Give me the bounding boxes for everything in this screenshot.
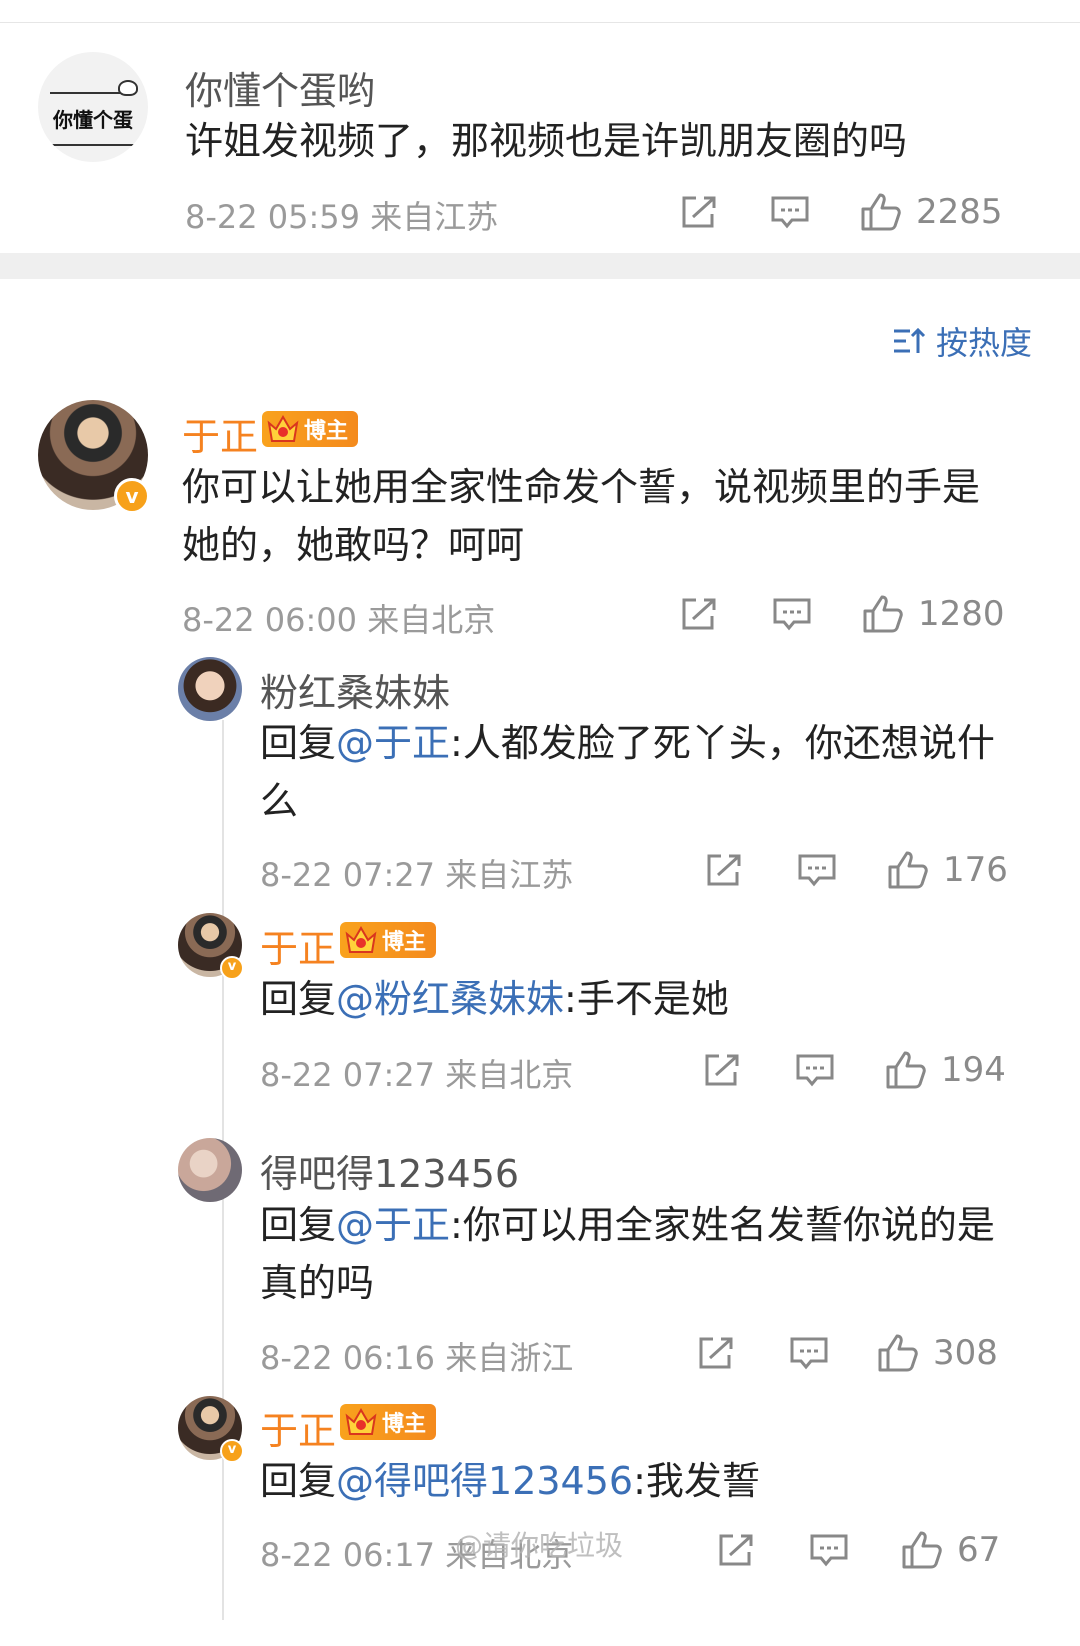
comment-icon <box>798 854 836 887</box>
comment-actions: 67 <box>717 1528 1017 1572</box>
reply-button[interactable] <box>770 190 810 234</box>
share-icon <box>682 196 716 228</box>
avatar[interactable] <box>178 1138 242 1202</box>
blogger-badge-label: 博主 <box>382 930 427 955</box>
mention-link[interactable]: @粉红桑妹妹 <box>336 977 564 1021</box>
reply-text: 回复@粉红桑妹妹:手不是她 <box>260 970 1000 1028</box>
comment-actions: 2285 <box>680 190 1003 234</box>
commenter-name[interactable]: 于正 <box>182 406 258 461</box>
comment-icon <box>773 598 811 631</box>
weibo-watermark: @请你吃垃圾 <box>455 1529 624 1562</box>
reply-button[interactable] <box>772 592 812 636</box>
mention-link[interactable]: @得吧得123456 <box>336 1459 633 1503</box>
reply-prefix: 回复 <box>260 977 337 1021</box>
avatar[interactable] <box>178 657 242 721</box>
reply-text: 回复@于正:人都发脸了死丫头，你还想说什么 <box>260 714 1000 830</box>
like-button[interactable]: 194 <box>885 1048 1006 1092</box>
reply-prefix: 回复 <box>260 1459 337 1503</box>
share-button[interactable] <box>703 1048 741 1092</box>
crown-icon <box>345 1408 377 1435</box>
comment-icon <box>796 1054 834 1087</box>
reply-text: 回复@于正:你可以用全家姓名发誓你说的是真的吗 <box>260 1196 1000 1312</box>
comment-icon <box>771 196 809 229</box>
like-button[interactable]: 67 <box>901 1528 1000 1572</box>
blogger-badge-label: 博主 <box>304 419 349 444</box>
share-button[interactable] <box>680 190 718 234</box>
mention-link[interactable]: @于正 <box>336 721 450 765</box>
like-button[interactable]: 1280 <box>862 592 1005 636</box>
reply-button[interactable] <box>797 848 837 892</box>
avatar[interactable]: 你懂个蛋 <box>38 52 148 162</box>
sort-label: 按热度 <box>935 324 1032 362</box>
reply-prefix: 回复 <box>260 1203 337 1247</box>
crown-icon <box>267 415 299 442</box>
crown-icon <box>345 926 377 953</box>
comment-actions: 308 <box>697 1331 998 1375</box>
comment-actions: 176 <box>705 848 1008 892</box>
comment-meta: 8-22 06:16 来自浙江 <box>260 1339 574 1377</box>
commenter-name[interactable]: 你懂个蛋哟 <box>185 60 375 115</box>
blogger-badge: 博主 <box>340 922 437 958</box>
comment-meta: 8-22 06:00 来自北京 <box>182 601 496 639</box>
blogger-badge: 博主 <box>340 1404 437 1440</box>
comment-actions: 194 <box>703 1048 1006 1092</box>
share-button[interactable] <box>680 592 718 636</box>
thumbs-up-icon <box>888 851 928 889</box>
share-icon <box>705 1054 739 1086</box>
comment-meta: 8-22 05:59 来自江苏 <box>185 198 499 236</box>
blogger-badge-label: 博主 <box>382 1412 427 1437</box>
like-count: 176 <box>943 850 1008 890</box>
reply-prefix: 回复 <box>260 721 337 765</box>
like-count: 1280 <box>918 594 1005 634</box>
verified-badge: v <box>220 1439 244 1463</box>
blogger-badge: 博主 <box>262 411 359 447</box>
like-count: 67 <box>957 1530 1001 1570</box>
avatar-text: 你懂个蛋 <box>53 108 133 132</box>
thumbs-up-icon <box>886 1051 926 1089</box>
like-count: 194 <box>941 1050 1006 1090</box>
thumbs-up-icon <box>902 1531 942 1569</box>
comment-icon <box>810 1534 848 1567</box>
thumbs-up-icon <box>861 193 901 231</box>
like-button[interactable]: 176 <box>887 848 1008 892</box>
reply-button[interactable] <box>809 1528 849 1572</box>
share-button[interactable] <box>697 1331 735 1375</box>
share-button[interactable] <box>717 1528 755 1572</box>
thumbs-up-icon <box>863 595 903 633</box>
reply-content: :我发誓 <box>633 1459 760 1503</box>
comment-meta: 8-22 07:27 来自江苏 <box>260 856 574 894</box>
verified-badge: v <box>114 478 150 514</box>
commenter-name[interactable]: 得吧得123456 <box>260 1143 519 1198</box>
comment-text: 许姐发视频了，那视频也是许凯朋友圈的吗 <box>185 119 908 163</box>
comment-text: 你可以让她用全家性命发个誓，说视频里的手是她的，她敢吗？呵呵 <box>182 465 981 567</box>
comment-meta: 8-22 07:27 来自北京 <box>260 1056 574 1094</box>
share-button[interactable] <box>705 848 743 892</box>
comment-actions: 1280 <box>680 592 1005 636</box>
like-count: 2285 <box>916 192 1003 232</box>
commenter-name[interactable]: 粉红桑妹妹 <box>260 662 450 717</box>
mention-link[interactable]: @于正 <box>336 1203 450 1247</box>
share-icon <box>707 854 741 886</box>
sort-icon <box>893 327 926 353</box>
like-count: 308 <box>933 1333 998 1373</box>
avatar-line-bottom <box>50 144 136 146</box>
share-icon <box>682 598 716 630</box>
share-icon <box>719 1534 753 1566</box>
commenter-name[interactable]: 于正 <box>260 918 336 973</box>
top-divider <box>0 22 1080 23</box>
verified-badge: v <box>220 956 244 980</box>
section-separator <box>0 253 1080 279</box>
like-button[interactable]: 2285 <box>860 190 1003 234</box>
thumbs-up-icon <box>878 1334 918 1372</box>
bear-icon <box>118 80 138 96</box>
reply-content: :手不是她 <box>564 977 729 1021</box>
like-button[interactable]: 308 <box>877 1331 998 1375</box>
sort-by-heat-button[interactable]: 按热度 <box>892 318 1032 364</box>
share-icon <box>699 1337 733 1369</box>
comment-icon <box>790 1337 828 1370</box>
reply-button[interactable] <box>795 1048 835 1092</box>
reply-text: 回复@得吧得123456:我发誓 <box>260 1452 1000 1510</box>
reply-button[interactable] <box>789 1331 829 1375</box>
commenter-name[interactable]: 于正 <box>260 1400 336 1455</box>
